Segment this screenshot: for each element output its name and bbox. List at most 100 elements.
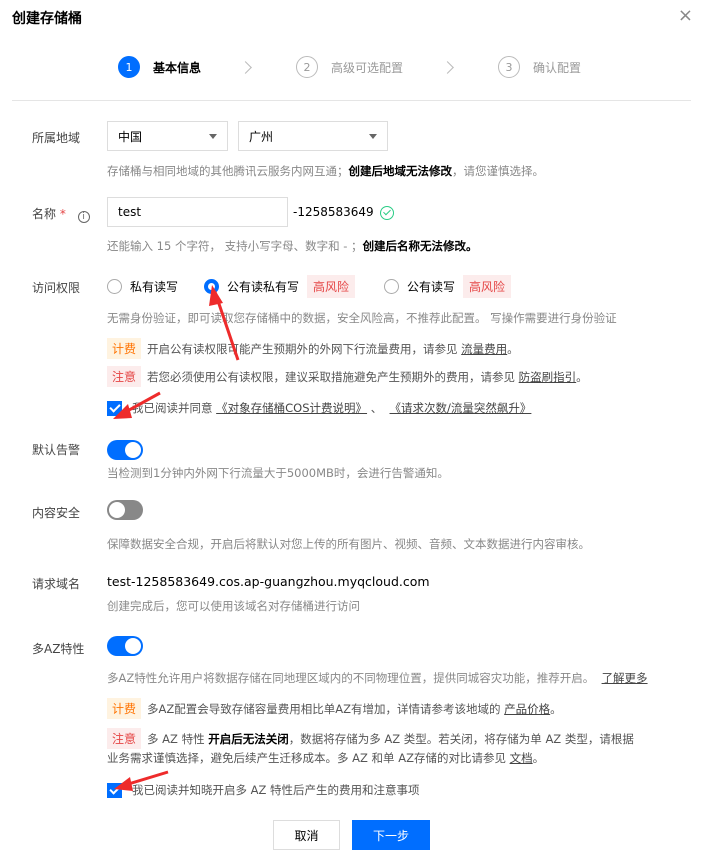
hint-text: ，请您谨慎选择。 [452,164,544,178]
step-number: 1 [118,56,140,78]
product-price-link[interactable]: 产品价格 [504,702,550,716]
radio-private-rw[interactable]: 私有读写 [107,274,178,298]
access-agree-checkbox[interactable]: 我已阅读并同意 《对象存储桶COS计费说明》 、 《请求次数/流量突然飙升》 [107,400,531,416]
caret-down-icon [369,134,377,139]
name-label: 名称 * i [32,205,90,223]
checkbox-checked-icon [107,782,122,798]
multi-az-toggle[interactable] [107,636,143,656]
country-value: 中国 [118,129,143,144]
checkbox-checked-icon [107,400,122,416]
hint-text: 多AZ特性允许用户将数据存储在同地理区域内的不同物理位置，提供同城容灾功能，推荐… [107,671,595,685]
traffic-spike-doc-link[interactable]: 《请求次数/流量突然飙升》 [390,400,532,416]
risk-badge: 高风险 [463,274,512,298]
multi-az-fee-note: 计费 多AZ配置会导致存储容量费用相比单AZ有增加，详情请参考该地域的 产品价格。 [107,698,562,719]
radio-label: 公有读私有写 [227,279,300,294]
alarm-label: 默认告警 [32,443,81,457]
anti-theft-guide-link[interactable]: 防盗刷指引 [519,370,577,384]
hint-text: 还能输入 15 个字符， 支持小写字母、数字和 - ； [107,239,363,253]
content-security-label: 内容安全 [32,506,81,520]
multi-az-warn-line2: 业务需求谨慎选择，避免后续产生迁移成本。多 AZ 和单 AZ存储的对比请参见 文… [107,750,544,766]
separator: 、 [370,401,383,415]
note-text: 。 [532,751,545,765]
step-label: 高级可选配置 [331,60,404,75]
bucket-name-value: test [118,205,142,219]
access-warn-note: 注意 若您必须使用公有读权限，建议采取措施避免产生预期外的费用，请参见 防盗刷指引… [107,366,588,387]
bucket-name-input[interactable]: test [107,197,288,227]
header-divider [12,100,691,101]
radio-public-rw[interactable]: 公有读写 高风险 [384,274,512,298]
step-confirm-config: 3 确认配置 [498,56,581,78]
required-mark: * [59,207,66,221]
radio-circle-icon [107,278,122,294]
region-hint: 存储桶与相同地域的其他腾讯云服务内网互通；创建后地域无法修改，请您谨慎选择。 [107,163,544,179]
access-label: 访问权限 [32,281,81,295]
city-select[interactable]: 广州 [238,121,388,151]
info-icon[interactable]: i [77,211,90,223]
chevron-right-icon [239,60,252,74]
next-step-button[interactable]: 下一步 [352,820,430,850]
stepper: 1 基本信息 2 高级可选配置 3 确认配置 [118,56,581,78]
access-fee-note: 计费 开启公有读权限可能产生预期外的外网下行流量费用，请参见 流量费用。 [107,338,519,359]
billing-doc-link[interactable]: 《对象存储桶COS计费说明》 [216,400,367,416]
warn-tag: 注意 [107,366,142,387]
radio-label: 私有读写 [130,279,179,294]
note-text: 。 [576,370,588,384]
learn-more-link[interactable]: 了解更多 [602,671,648,685]
alarm-hint: 当检测到1分钟内外网下行流量大于5000MB时，会进行告警通知。 [107,466,449,480]
chevron-right-icon [441,60,454,74]
fee-tag: 计费 [107,698,142,719]
create-bucket-dialog: 创建存储桶 × 1 基本信息 2 高级可选配置 3 确认配置 所属地域 中国 广… [0,0,703,857]
name-hint: 还能输入 15 个字符， 支持小写字母、数字和 - ；创建后名称无法修改。 [107,238,478,254]
cancel-button[interactable]: 取消 [273,820,340,850]
note-text: 多 AZ 特性 [147,732,205,746]
name-label-text: 名称 [32,207,57,221]
traffic-fee-link[interactable]: 流量费用 [461,342,507,356]
step-label: 基本信息 [153,60,202,75]
radio-circle-icon [384,278,399,294]
doc-link[interactable]: 文档 [510,751,533,765]
toggle-knob [109,502,125,518]
domain-value: test-1258583649.cos.ap-guangzhou.myqclou… [107,574,430,589]
access-desc: 无需身份验证，即可读取您存储桶中的数据，安全风险高，不推荐此配置。 写操作需要进… [107,311,617,325]
hint-text: 存储桶与相同地域的其他腾讯云服务内网互通； [107,164,349,178]
note-text: 业务需求谨慎选择，避免后续产生迁移成本。多 AZ 和单 AZ存储的对比请参见 [107,751,506,765]
note-bold: 开启后无法关闭 [208,732,289,746]
content-security-hint: 保障数据安全合规，开启后将默认对您上传的所有图片、视频、音频、文本数据进行内容审… [107,537,590,551]
radio-label: 公有读写 [407,279,456,294]
note-text: ，数据将存储为多 AZ 类型。若关闭，将存储为单 AZ 类型，请根据 [288,732,634,746]
note-text: 多AZ配置会导致存储容量费用相比单AZ有增加，详情请参考该地域的 [147,702,501,716]
step-number: 2 [296,56,319,78]
toggle-knob [125,638,141,654]
warn-tag: 注意 [107,728,142,749]
caret-down-icon [209,134,217,139]
note-text: 。 [507,342,519,356]
country-select[interactable]: 中国 [107,121,228,151]
note-text: 若您必须使用公有读权限，建议采取措施避免产生预期外的费用，请参见 [147,370,516,384]
fee-tag: 计费 [107,338,142,359]
step-number: 3 [498,56,521,78]
step-basic-info: 1 基本信息 [118,56,201,78]
note-text: 。 [550,702,562,716]
hint-bold: 创建后名称无法修改。 [362,239,478,253]
checkbox-label: 我已阅读并同意 [132,401,213,415]
appid-suffix: -1258583649 [293,205,374,219]
city-value: 广州 [249,129,274,144]
risk-badge: 高风险 [307,274,356,298]
region-label: 所属地域 [32,131,81,145]
hint-bold: 创建后地域无法修改 [348,164,453,178]
multi-az-agree-checkbox[interactable]: 我已阅读并知晓开启多 AZ 特性后产生的费用和注意事项 [107,782,420,798]
radio-public-read-private-write[interactable]: 公有读私有写 高风险 [204,274,356,298]
domain-hint: 创建完成后，您可以使用该域名对存储桶进行访问 [107,599,360,613]
dialog-title: 创建存储桶 [12,11,82,27]
radio-checked-icon [204,278,219,294]
alarm-toggle[interactable] [107,440,143,460]
toggle-knob [125,442,141,458]
content-security-toggle[interactable] [107,500,143,520]
multi-az-label: 多AZ特性 [32,642,85,656]
multi-az-warn-note: 注意多 AZ 特性 开启后无法关闭，数据将存储为多 AZ 类型。若关闭，将存储为… [107,728,634,749]
step-label: 确认配置 [533,60,582,75]
note-text: 开启公有读权限可能产生预期外的外网下行流量费用，请参见 [147,342,458,356]
close-icon[interactable]: × [678,5,693,26]
step-advanced-config: 2 高级可选配置 [296,56,403,78]
check-circle-icon [380,206,394,220]
